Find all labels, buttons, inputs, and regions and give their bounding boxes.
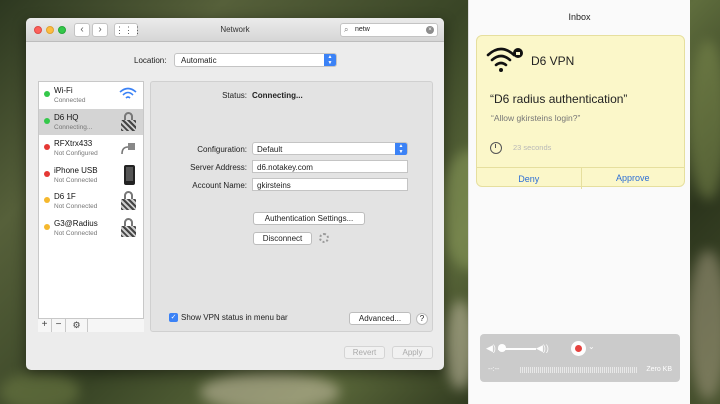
loading-spinner-icon <box>319 233 329 243</box>
screen-recorder-widget: ◀) ◀)) ⌄ --:-- Zero KB <box>480 334 680 382</box>
show-vpn-status-label: Show VPN status in menu bar <box>181 313 288 322</box>
service-name: D6 1F <box>54 192 76 201</box>
authentication-settings-button[interactable]: Authentication Settings... <box>253 212 365 225</box>
select-arrows-icon: ▲ ▼ <box>324 54 336 66</box>
volume-low-icon: ◀) <box>486 343 496 353</box>
status-dot <box>44 144 50 150</box>
deny-button[interactable]: Deny <box>477 174 581 184</box>
remove-service-button[interactable]: − <box>52 319 66 332</box>
recording-time: --:-- <box>488 366 500 373</box>
apply-button[interactable]: Apply <box>392 346 433 359</box>
revert-button[interactable]: Revert <box>344 346 385 359</box>
location-label: Location: <box>134 56 167 65</box>
select-arrows-icon: ▲ ▼ <box>395 143 407 155</box>
volume-high-icon: ◀)) <box>536 343 549 353</box>
background-flower <box>200 372 340 404</box>
service-status: Not Connected <box>54 176 98 184</box>
approve-button[interactable]: Approve <box>580 168 685 189</box>
location-value: Automatic <box>181 56 217 65</box>
service-item-d6-1f[interactable]: D6 1F Not Connected <box>39 188 143 215</box>
chevron-down-icon[interactable]: ⌄ <box>588 342 595 351</box>
status-label: Status: <box>222 91 247 100</box>
server-address-value: d6.notakey.com <box>257 163 313 172</box>
location-select[interactable]: Automatic ▲ ▼ <box>174 53 337 67</box>
account-name-label: Account Name: <box>192 181 247 190</box>
service-item-rfxtrx433[interactable]: RFXtrx433 Not Configured <box>39 135 143 162</box>
network-preferences-window: ‹ › ⋮⋮⋮ Network ⌕ netw × Location: Autom… <box>26 18 444 370</box>
service-status: Connecting... <box>54 123 93 131</box>
status-dot <box>44 117 50 124</box>
clock-icon <box>490 142 502 154</box>
iphone-icon <box>124 164 135 185</box>
record-button[interactable] <box>571 341 586 356</box>
background-foliage <box>0 372 80 404</box>
service-status: Not Connected <box>54 203 98 210</box>
service-status: Not Configured <box>54 150 98 157</box>
notification-app-name: D6 VPN <box>531 54 575 68</box>
recording-size: Zero KB <box>646 366 672 373</box>
vpn-lock-icon <box>120 217 137 238</box>
service-name: G3@Radius <box>54 218 98 228</box>
service-item-wifi[interactable]: Wi-Fi Connected <box>39 82 143 109</box>
vpn-lock-icon <box>120 111 137 132</box>
vpn-lock-icon <box>120 191 137 211</box>
advanced-button[interactable]: Advanced... <box>349 312 411 325</box>
notification-heading: “D6 radius authentication” <box>490 92 628 106</box>
notification-subtext: “Allow gkirsteins login?” <box>491 113 581 123</box>
service-name: iPhone USB <box>54 165 98 175</box>
service-list-toolbar: + − ⚙ <box>38 318 144 332</box>
status-dot <box>44 197 50 203</box>
background-flower <box>688 250 720 400</box>
status-dot <box>44 170 50 177</box>
help-button[interactable]: ? <box>416 313 428 325</box>
audio-level-meter <box>520 367 638 373</box>
network-service-list: Wi-Fi Connected D6 HQ Connecting... RFXt… <box>38 81 144 332</box>
service-status: Not Connected <box>54 229 98 237</box>
vpn-auth-notification: D6 VPN “D6 radius authentication” “Allow… <box>476 35 685 189</box>
search-icon: ⌕ <box>344 25 349 34</box>
configuration-select[interactable]: Default ▲ ▼ <box>252 142 408 155</box>
status-dot <box>44 223 50 230</box>
service-name: D6 HQ <box>54 112 79 122</box>
service-item-d6-hq[interactable]: D6 HQ Connecting... <box>39 108 143 135</box>
service-name: RFXtrx433 <box>54 139 93 148</box>
server-address-field[interactable]: d6.notakey.com <box>252 160 408 173</box>
service-item-g3-radius[interactable]: G3@Radius Not Connected <box>39 215 143 242</box>
service-detail-pane: Status: Connecting... Configuration: Def… <box>150 81 433 332</box>
search-value: netw <box>355 26 370 33</box>
search-input[interactable]: ⌕ netw × <box>340 23 438 37</box>
service-item-iphone-usb[interactable]: iPhone USB Not Connected <box>39 162 143 189</box>
configuration-label: Configuration: <box>197 145 247 154</box>
account-name-field[interactable]: gkirsteins <box>252 178 408 191</box>
wifi-icon <box>119 86 137 104</box>
gear-icon[interactable]: ⚙ <box>66 319 88 332</box>
clear-search-icon[interactable]: × <box>426 26 434 34</box>
service-status: Connected <box>54 97 86 104</box>
configuration-value: Default <box>257 145 283 154</box>
window-titlebar[interactable]: ‹ › ⋮⋮⋮ Network ⌕ netw × <box>26 18 444 42</box>
panel-title: Inbox <box>568 12 591 22</box>
add-service-button[interactable]: + <box>38 319 52 332</box>
account-name-value: gkirsteins <box>257 181 291 190</box>
usb-plug-icon <box>119 139 137 157</box>
disconnect-button[interactable]: Disconnect <box>253 232 312 245</box>
wifi-lock-icon <box>486 46 523 72</box>
show-vpn-status-checkbox[interactable]: ✓ <box>169 313 178 322</box>
service-name: Wi-Fi <box>54 86 73 95</box>
server-address-label: Server Address: <box>190 163 247 172</box>
notification-actions: Deny Approve <box>477 167 685 189</box>
background-foliage <box>688 40 720 200</box>
countdown-timer: 23 seconds <box>513 143 552 152</box>
volume-slider-knob[interactable] <box>498 344 506 352</box>
status-value: Connecting... <box>252 91 303 100</box>
status-dot <box>44 91 50 97</box>
